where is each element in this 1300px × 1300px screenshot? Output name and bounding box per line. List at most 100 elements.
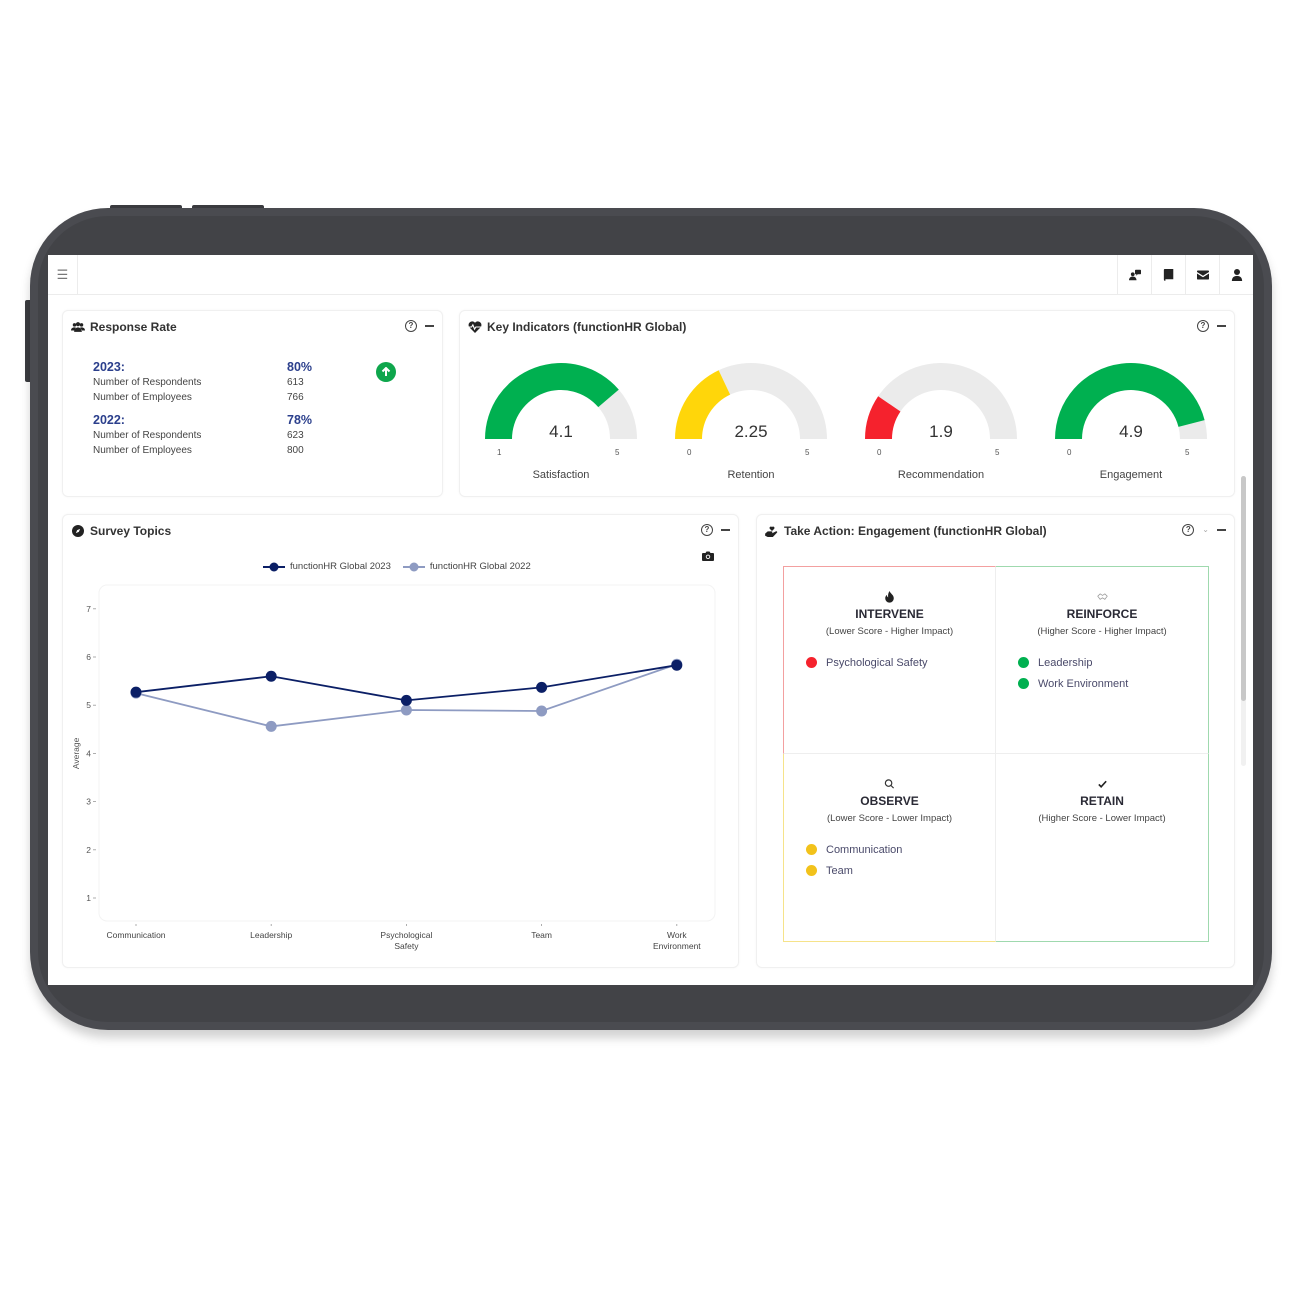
data-point-0-1 <box>265 670 277 682</box>
y-tick-label: 4 <box>86 748 91 758</box>
data-point-1-1 <box>265 720 277 732</box>
user-profile-button[interactable] <box>1219 255 1253 295</box>
vertical-scrollbar[interactable] <box>1241 476 1246 766</box>
messages-button[interactable] <box>1185 255 1219 295</box>
gauge-arc <box>865 363 1017 439</box>
stat-value: 800 <box>287 445 304 456</box>
data-point-0-3 <box>536 681 548 693</box>
key-indicators-title: Key Indicators (functionHR Global) <box>487 320 687 334</box>
x-tick-label: Communication <box>106 930 165 940</box>
quadrant-title: REINFORCE <box>1066 607 1138 621</box>
gauge-arc <box>485 363 637 439</box>
gauge-label: Recommendation <box>897 469 985 481</box>
handshake-icon <box>996 591 1208 605</box>
gauge-value: 4.1 <box>549 422 573 441</box>
status-dot <box>1018 657 1029 668</box>
minimize-icon[interactable] <box>1217 325 1226 327</box>
response-rate-value: 78% <box>287 413 313 427</box>
gauge-recommendation: 1.9 0 5 Recommendation <box>856 361 1026 491</box>
stat-value: 766 <box>287 392 304 403</box>
stat-label: Number of Employees <box>93 392 192 403</box>
gauge-satisfaction: 4.1 1 5 Satisfaction <box>476 361 646 491</box>
check-icon <box>996 778 1208 792</box>
stat-label: Number of Respondents <box>93 430 202 441</box>
stat-row: Number of Respondents 623 <box>93 428 393 443</box>
y-tick-label: 5 <box>86 700 91 710</box>
quadrant-subtitle: (Lower Score - Lower Impact) <box>826 813 953 824</box>
hamburger-menu-button[interactable]: ☰ <box>48 255 78 295</box>
take-action-card: Take Action: Engagement (functionHR Glob… <box>756 514 1235 968</box>
survey-topics-card: Survey Topics ? functionHR Global 2023 f… <box>62 514 739 968</box>
quadrant-subtitle: (Lower Score - Higher Impact) <box>825 626 954 637</box>
users-icon <box>71 322 85 332</box>
stat-row: Number of Employees 800 <box>93 443 393 458</box>
y-tick-label: 6 <box>86 652 91 662</box>
stat-value: 613 <box>287 377 304 388</box>
stat-label: Number of Respondents <box>93 377 202 388</box>
gauge-retention: 2.25 0 5 Retention <box>666 361 836 491</box>
book-button[interactable] <box>1151 255 1185 295</box>
status-dot <box>806 865 817 876</box>
gauge-arc <box>1055 363 1207 439</box>
gauge-min: 1 <box>497 448 502 457</box>
response-rate-card: Response Rate ? 2023: 80% Number of Resp… <box>62 310 443 497</box>
quadrant-item[interactable]: Leadership <box>1018 652 1208 673</box>
status-dot <box>1018 678 1029 689</box>
card-tools: ? <box>1197 320 1226 332</box>
take-action-header: Take Action: Engagement (functionHR Glob… <box>765 524 1047 538</box>
quadrant-item[interactable]: Team <box>806 860 995 881</box>
fire-icon <box>784 591 995 605</box>
stat-row: Number of Respondents 613 <box>93 375 393 390</box>
quadrant-item[interactable]: Psychological Safety <box>806 652 995 673</box>
users-chat-button[interactable] <box>1117 255 1151 295</box>
minimize-icon[interactable] <box>425 325 434 327</box>
quadrant-items: Leadership Work Environment <box>996 652 1208 694</box>
quadrant-item[interactable]: Communication <box>806 839 995 860</box>
data-point-1-3 <box>536 705 548 717</box>
dropdown-handle-icon[interactable]: ⌄ <box>1202 526 1209 534</box>
response-rate-table: 2023: 80% Number of Respondents 613 Numb… <box>93 359 393 458</box>
x-tick-label: Team <box>531 930 552 940</box>
plot-area <box>98 584 716 922</box>
scrollbar-thumb[interactable] <box>1241 476 1246 701</box>
arrow-up-icon <box>381 367 391 376</box>
year-row-2022: 2022: 78% <box>93 412 393 428</box>
minimize-icon[interactable] <box>1217 529 1226 531</box>
action-matrix: INTERVENE (Lower Score - Higher Impact) … <box>783 566 1209 943</box>
quadrant-item[interactable]: Work Environment <box>1018 673 1208 694</box>
stat-row: Number of Employees 766 <box>93 390 393 405</box>
help-icon[interactable]: ? <box>1197 320 1209 332</box>
gauge-label: Satisfaction <box>532 469 590 481</box>
users-chat-icon <box>1128 269 1141 281</box>
gauge-label: Retention <box>727 469 775 481</box>
heartbeat-icon <box>468 321 482 333</box>
card-tools: ? <box>405 320 434 332</box>
survey-topics-line-chart: 1 2 3 4 5 6 7 Average Communication Leadership Psy… <box>71 584 716 951</box>
help-icon[interactable]: ? <box>1182 524 1195 536</box>
year-label: 2022: <box>93 413 125 427</box>
gauge-max: 5 <box>615 448 620 457</box>
key-indicators-header: Key Indicators (functionHR Global) <box>468 320 686 334</box>
x-tick-label: Psychological Safety <box>380 930 432 951</box>
stat-value: 623 <box>287 430 304 441</box>
response-rate-title: Response Rate <box>90 320 177 334</box>
gauge-value: 1.9 <box>929 422 953 441</box>
user-icon <box>1231 269 1242 281</box>
envelope-icon <box>1196 270 1209 280</box>
item-label: Team <box>826 864 853 877</box>
status-dot <box>806 844 817 855</box>
trend-up-badge <box>376 362 396 382</box>
quadrant-title: RETAIN <box>1080 794 1124 808</box>
year-row-2023: 2023: 80% <box>93 359 393 375</box>
top-icon-bar <box>1117 255 1253 295</box>
x-tick-label: Work Environment <box>653 930 701 951</box>
take-action-title: Take Action: Engagement (functionHR Glob… <box>784 524 1047 538</box>
help-icon[interactable]: ? <box>405 320 417 332</box>
y-axis-label: Average <box>71 737 81 769</box>
gauge-engagement: 4.9 0 5 Engagement <box>1046 361 1216 491</box>
item-label: Leadership <box>1038 656 1093 669</box>
quadrant-items: Psychological Safety <box>784 652 995 673</box>
year-label: 2023: <box>93 360 125 374</box>
item-label: Communication <box>826 843 903 856</box>
response-rate-header: Response Rate <box>71 320 177 334</box>
